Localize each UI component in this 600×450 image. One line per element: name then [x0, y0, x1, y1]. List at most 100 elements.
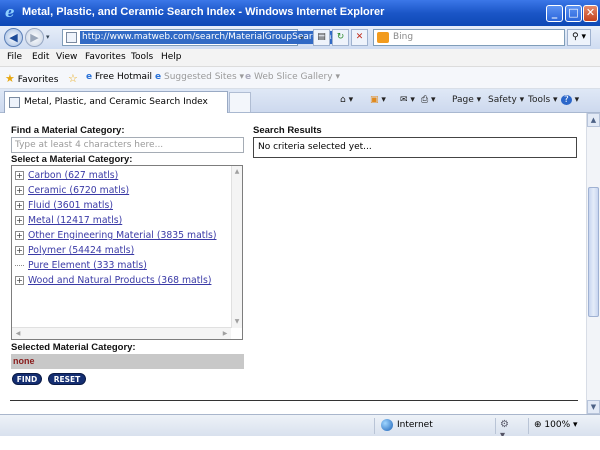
zoom-dropdown-icon: ▾ [573, 420, 578, 430]
fav-suggested-sites-label: Suggested Sites ▾ [163, 72, 245, 82]
fav-suggested-sites[interactable]: e Suggested Sites ▾ [155, 72, 244, 82]
tree-item-label[interactable]: Ceramic (6720 matls) [28, 185, 129, 196]
security-zone[interactable]: Internet [397, 420, 433, 430]
url-text: http://www.matweb.com/search/MaterialGro… [80, 31, 350, 44]
favorites-button[interactable]: ★ Favorites [5, 72, 58, 85]
tree-item-label[interactable]: Fluid (3601 matls) [28, 200, 113, 211]
feeds-icon[interactable]: ▣ ▾ [370, 95, 386, 105]
new-tab-button[interactable] [229, 92, 251, 112]
safety-menu[interactable]: Safety ▾ [488, 95, 524, 105]
fav-web-slice-gallery[interactable]: e Web Slice Gallery ▾ [245, 72, 340, 82]
tree-item-label[interactable]: Pure Element (333 matls) [28, 260, 147, 271]
results-heading: Search Results [253, 125, 322, 136]
reset-button[interactable]: RESET [48, 373, 86, 385]
page-icon [66, 32, 77, 43]
scroll-down-icon[interactable]: ▼ [587, 400, 600, 414]
tree-item-ceramic[interactable]: + Ceramic (6720 matls) [15, 185, 129, 199]
add-favorite-icon[interactable]: ☆ [68, 72, 78, 85]
expand-icon[interactable]: + [15, 231, 24, 240]
tab-bar: Metal, Plastic, and Ceramic Search Index… [0, 89, 600, 113]
status-separator [374, 418, 375, 434]
close-button[interactable]: ✕ [583, 5, 598, 22]
menu-help[interactable]: Help [161, 52, 182, 62]
compatibility-view-icon[interactable]: ▤ [313, 29, 330, 46]
zoom-level[interactable]: ⊕ 100% ▾ [534, 420, 578, 430]
tree-leaf-connector [15, 265, 24, 266]
tree-item-other-engineering[interactable]: + Other Engineering Material (3835 matls) [15, 230, 217, 244]
tree-horizontal-scrollbar[interactable]: ◀ ▶ [12, 327, 231, 339]
scroll-right-icon[interactable]: ▶ [220, 328, 230, 339]
tree-item-wood[interactable]: + Wood and Natural Products (368 matls) [15, 275, 211, 289]
print-icon[interactable]: ⎙ ▾ [421, 95, 436, 105]
fav-free-hotmail[interactable]: e Free Hotmail [86, 72, 152, 82]
scroll-up-icon[interactable]: ▲ [587, 113, 600, 127]
window-bottom [0, 436, 600, 450]
tree-item-pure-element[interactable]: Pure Element (333 matls) [15, 260, 147, 274]
tree-item-fluid[interactable]: + Fluid (3601 matls) [15, 200, 113, 214]
address-dropdown-icon[interactable]: ▾ [300, 34, 304, 42]
back-button[interactable]: ◀ [4, 28, 23, 47]
scroll-down-icon[interactable]: ▼ [232, 317, 242, 327]
tools-menu[interactable]: Tools ▾ [528, 95, 558, 105]
selected-category-value: none [11, 354, 244, 369]
search-input[interactable]: Bing [373, 29, 565, 46]
tab-label: Metal, Plastic, and Ceramic Search Index [24, 97, 208, 107]
forward-button[interactable]: ▶ [25, 28, 44, 47]
menu-favorites[interactable]: Favorites [85, 52, 126, 62]
expand-icon[interactable]: + [15, 276, 24, 285]
page-scrollbar[interactable]: ▲ ▼ [586, 113, 600, 414]
category-tree[interactable]: + Carbon (627 matls) + Ceramic (6720 matls… [11, 165, 243, 340]
tab-active[interactable]: Metal, Plastic, and Ceramic Search Index [4, 91, 228, 113]
expand-icon[interactable]: + [15, 246, 24, 255]
menu-tools[interactable]: Tools [131, 52, 153, 62]
search-results-box: No criteria selected yet... [253, 137, 577, 158]
find-heading: Find a Material Category: [11, 125, 125, 136]
page-content: Find a Material Category: Type at least … [0, 113, 586, 414]
ie-page-icon: e [155, 72, 162, 82]
tree-item-carbon[interactable]: + Carbon (627 matls) [15, 170, 118, 184]
minimize-button[interactable]: _ [546, 5, 563, 22]
search-button[interactable]: ⚲ ▾ [567, 29, 591, 46]
expand-icon[interactable]: + [15, 216, 24, 225]
protected-mode-icon[interactable]: ⚙ ▾ [500, 419, 514, 441]
home-icon[interactable]: ⌂ ▾ [340, 95, 353, 105]
expand-icon[interactable]: + [15, 171, 24, 180]
stop-icon[interactable]: ✕ [351, 29, 368, 46]
tree-item-label[interactable]: Metal (12417 matls) [28, 215, 122, 226]
tree-item-metal[interactable]: + Metal (12417 matls) [15, 215, 122, 229]
page-menu[interactable]: Page ▾ [452, 95, 481, 105]
tree-item-label[interactable]: Polymer (54424 matls) [28, 245, 134, 256]
scroll-left-icon[interactable]: ◀ [13, 328, 23, 339]
menu-view[interactable]: View [56, 52, 77, 62]
zoom-value: 100% [544, 420, 571, 430]
help-menu-arrow: ▾ [574, 95, 580, 105]
page-icon [9, 97, 20, 108]
expand-icon[interactable]: + [15, 201, 24, 210]
recent-pages-dropdown-icon[interactable]: ▾ [46, 33, 50, 41]
menu-edit[interactable]: Edit [32, 52, 49, 62]
scroll-up-icon[interactable]: ▲ [232, 167, 242, 177]
find-category-input[interactable]: Type at least 4 characters here... [11, 137, 244, 153]
tree-item-label[interactable]: Wood and Natural Products (368 matls) [28, 275, 211, 286]
ie-page-icon: e [86, 72, 93, 82]
globe-icon [381, 419, 393, 431]
fav-web-slice-gallery-label: Web Slice Gallery ▾ [253, 72, 340, 82]
tree-item-label[interactable]: Carbon (627 matls) [28, 170, 118, 181]
tree-item-polymer[interactable]: + Polymer (54424 matls) [15, 245, 134, 259]
address-bar: ◀ ▶ ▾ http://www.matweb.com/search/Mater… [0, 26, 600, 49]
bing-icon [377, 32, 389, 43]
status-separator [495, 418, 496, 434]
expand-icon[interactable]: + [15, 186, 24, 195]
find-button[interactable]: FIND [12, 373, 42, 385]
maximize-button[interactable]: □ [565, 5, 582, 22]
menu-file[interactable]: File [7, 52, 22, 62]
help-menu[interactable]: ? ▾ [561, 95, 579, 105]
address-input[interactable]: http://www.matweb.com/search/MaterialGro… [62, 29, 350, 46]
menu-bar: File Edit View Favorites Tools Help [0, 49, 600, 67]
refresh-icon[interactable]: ↻ [332, 29, 349, 46]
ie-page-icon: e [245, 72, 252, 82]
tree-item-label[interactable]: Other Engineering Material (3835 matls) [28, 230, 217, 241]
tree-vertical-scrollbar[interactable]: ▲ ▼ [231, 166, 242, 328]
mail-icon[interactable]: ✉ ▾ [400, 95, 415, 105]
scrollbar-thumb[interactable] [588, 187, 599, 317]
